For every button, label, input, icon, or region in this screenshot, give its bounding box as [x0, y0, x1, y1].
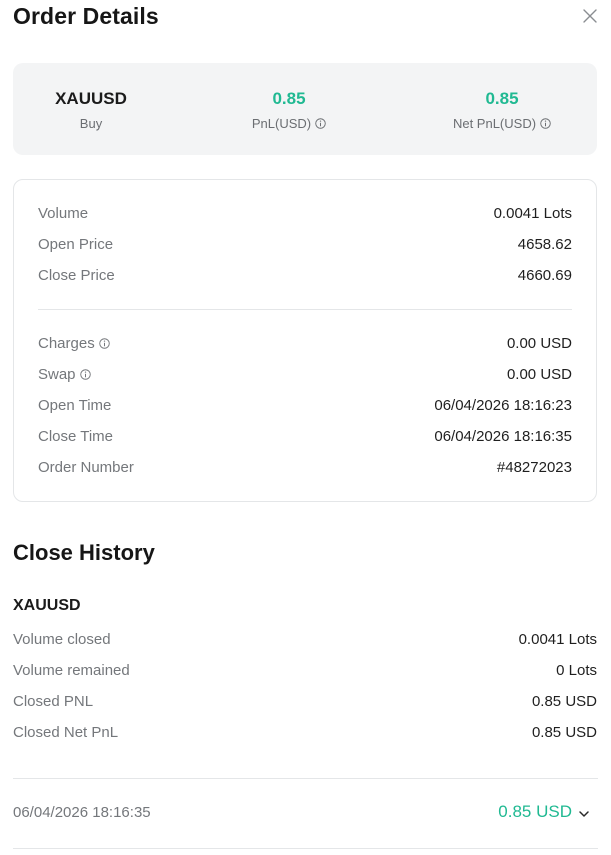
symbol-name: XAUUSD — [55, 89, 127, 108]
history-value: 0.0041 Lots — [518, 631, 597, 648]
net-pnl-label-wrap: Net PnL(USD) — [402, 116, 602, 131]
history-label: Volume remained — [13, 662, 130, 679]
detail-value: 06/04/2026 18:16:23 — [434, 397, 572, 414]
page-title: Order Details — [13, 3, 159, 29]
pnl-label: PnL(USD) — [251, 116, 312, 131]
detail-label: Charges — [38, 335, 95, 352]
detail-value: 0.0041 Lots — [493, 205, 572, 222]
close-record-time: 06/04/2026 18:16:35 — [13, 804, 151, 821]
detail-divider — [38, 309, 572, 310]
detail-value: 4660.69 — [517, 267, 572, 284]
detail-label: Open Time — [38, 397, 112, 414]
net-pnl-label: Net PnL(USD) — [452, 116, 537, 131]
header: Order Details — [13, 0, 598, 36]
close-history-title: Close History — [13, 540, 155, 565]
detail-row-open-price: Open Price 4658.62 — [38, 236, 572, 256]
detail-value: 0.00 USD — [506, 366, 572, 383]
close-history-symbol: XAUUSD — [13, 597, 81, 614]
detail-label: Open Price — [38, 236, 114, 253]
close-record-row[interactable]: 06/04/2026 18:16:35 0.85 USD — [13, 798, 597, 828]
detail-row-open-time: Open Time 06/04/2026 18:16:23 — [38, 397, 572, 417]
detail-value: 0.00 USD — [506, 335, 572, 352]
order-detail-card: Volume 0.0041 Lots Open Price 4658.62 Cl… — [13, 179, 597, 502]
net-pnl-value: 0.85 — [485, 89, 519, 108]
order-summary-card: XAUUSD Buy 0.85 PnL(USD) 0.85 Net PnL(US… — [13, 63, 597, 155]
detail-label: Order Number — [38, 459, 134, 476]
detail-value: #48272023 — [496, 459, 572, 476]
info-icon[interactable] — [98, 336, 110, 349]
history-value: 0.85 USD — [531, 693, 597, 710]
history-label: Closed PNL — [13, 693, 94, 710]
summary-symbol: XAUUSD Buy — [0, 63, 191, 155]
history-row-closed-pnl: Closed PNL 0.85 USD — [13, 693, 597, 713]
detail-row-order-number: Order Number #48272023 — [38, 459, 572, 479]
close-button[interactable] — [582, 8, 598, 24]
history-label: Volume closed — [13, 631, 111, 648]
close-icon — [583, 9, 597, 23]
history-label: Closed Net PnL — [13, 724, 119, 741]
info-icon[interactable] — [540, 117, 551, 129]
detail-label: Close Price — [38, 267, 115, 284]
history-row-volume-remained: Volume remained 0 Lots — [13, 662, 597, 682]
detail-value: 06/04/2026 18:16:35 — [434, 428, 572, 445]
history-divider-top — [13, 778, 598, 779]
detail-row-close-time: Close Time 06/04/2026 18:16:35 — [38, 428, 572, 448]
detail-label-wrap: Charges — [38, 335, 110, 352]
detail-row-close-price: Close Price 4660.69 — [38, 267, 572, 287]
detail-label: Close Time — [38, 428, 114, 445]
history-row-closed-net-pnl: Closed Net PnL 0.85 USD — [13, 724, 597, 744]
info-icon[interactable] — [79, 367, 91, 380]
history-divider-bottom — [13, 848, 598, 849]
detail-label-wrap: Swap — [38, 366, 91, 383]
history-value: 0.85 USD — [531, 724, 597, 741]
summary-net-pnl: 0.85 Net PnL(USD) — [402, 63, 602, 155]
detail-label: Volume — [38, 205, 89, 222]
history-row-volume-closed: Volume closed 0.0041 Lots — [13, 631, 597, 651]
chevron-down-icon[interactable] — [578, 808, 590, 820]
close-record-amount: 0.85 USD — [498, 802, 572, 821]
detail-row-charges: Charges 0.00 USD — [38, 335, 572, 355]
info-icon[interactable] — [315, 117, 326, 129]
history-value: 0 Lots — [556, 662, 597, 679]
pnl-value: 0.85 — [272, 89, 306, 108]
summary-pnl: 0.85 PnL(USD) — [189, 63, 389, 155]
pnl-label-wrap: PnL(USD) — [189, 116, 389, 131]
detail-label: Swap — [38, 366, 76, 383]
detail-value: 4658.62 — [517, 236, 572, 253]
order-side: Buy — [79, 116, 103, 131]
detail-row-volume: Volume 0.0041 Lots — [38, 205, 572, 225]
detail-row-swap: Swap 0.00 USD — [38, 366, 572, 386]
